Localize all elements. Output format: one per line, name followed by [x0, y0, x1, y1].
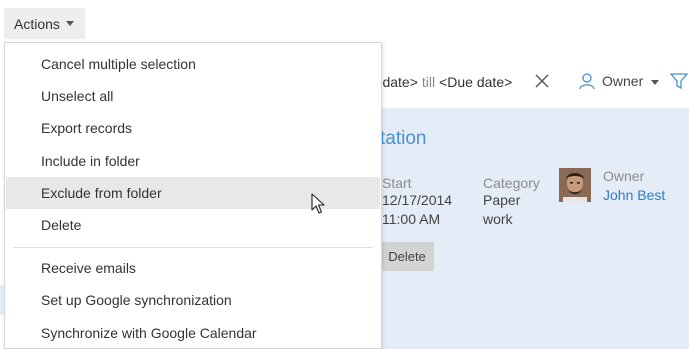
- menu-item-sync-google-calendar[interactable]: Synchronize with Google Calendar: [6, 317, 380, 349]
- delete-button[interactable]: Delete: [380, 242, 434, 271]
- start-date-value: 12/17/2014: [382, 192, 453, 208]
- owner-label: Owner: [603, 168, 645, 184]
- actions-button[interactable]: Actions: [4, 8, 85, 39]
- till-label: till: [421, 74, 436, 90]
- due-date-filter[interactable]: <Due date>: [439, 74, 512, 90]
- menu-item-cancel-multiple-selection[interactable]: Cancel multiple selection: [6, 48, 380, 80]
- mouse-pointer-icon: [311, 193, 325, 214]
- actions-button-label: Actions: [14, 15, 60, 32]
- actions-menu: Cancel multiple selection Unselect all E…: [4, 42, 382, 349]
- owner-filter-label[interactable]: Owner: [602, 73, 643, 89]
- user-icon: [579, 73, 595, 90]
- filter-icon[interactable]: [670, 72, 688, 90]
- owner-name-link[interactable]: John Best: [603, 186, 665, 205]
- filter-bar: rt date> till <Due date> Owner: [370, 66, 689, 98]
- start-label: Start: [382, 175, 412, 191]
- category-label: Category: [483, 175, 540, 191]
- record-title[interactable]: tation: [380, 128, 426, 150]
- avatar: [559, 168, 591, 202]
- category-value-line2: work: [483, 211, 513, 227]
- record-card[interactable]: tation Start 12/17/2014 11:00 AM Categor…: [370, 108, 689, 349]
- caret-down-icon: [65, 21, 74, 26]
- menu-item-google-sync-setup[interactable]: Set up Google synchronization: [6, 284, 380, 316]
- start-time-value: 11:00 AM: [382, 211, 441, 227]
- menu-item-unselect-all[interactable]: Unselect all: [6, 80, 380, 112]
- close-icon[interactable]: [535, 74, 549, 88]
- menu-item-export-records[interactable]: Export records: [6, 112, 380, 144]
- menu-item-include-in-folder[interactable]: Include in folder: [6, 145, 380, 177]
- chevron-down-icon[interactable]: [651, 80, 659, 85]
- menu-divider: [13, 247, 373, 248]
- menu-item-receive-emails[interactable]: Receive emails: [6, 252, 380, 284]
- category-value-line1: Paper: [483, 192, 521, 208]
